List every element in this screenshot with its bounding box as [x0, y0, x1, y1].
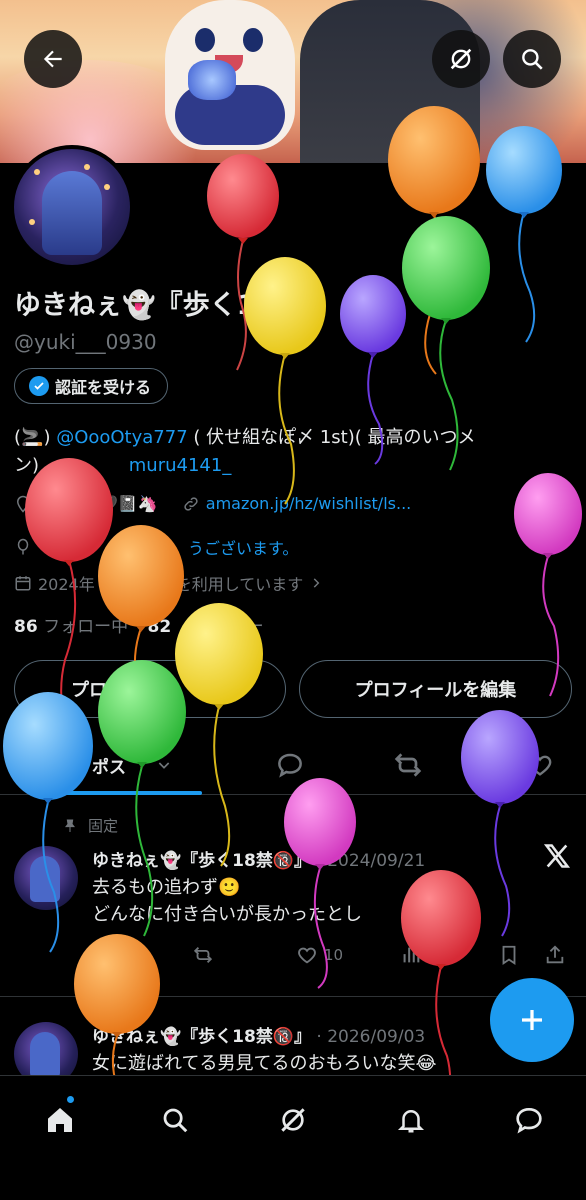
location-text: 🖤📓🦄 [98, 494, 158, 513]
post-author-name[interactable]: ゆきねぇ👻『歩く18禁🔞』 [92, 851, 311, 871]
notification-dot [66, 1095, 75, 1104]
share-profile-label: プロフ [71, 680, 125, 701]
repost-icon [192, 944, 214, 966]
post-date: · 2024/09/21 [316, 851, 426, 871]
follow-stats[interactable]: 86 フォロー中 82 ー [14, 612, 264, 637]
nav-messages[interactable] [507, 1098, 551, 1142]
balloon [207, 154, 279, 371]
link-icon [182, 495, 200, 513]
post-text: 去るもの追わず🙂 どんなに付き合いが長かったとし [92, 874, 362, 928]
post-text-line: 去るもの追わず🙂 [92, 877, 241, 898]
following-label: フォロー中 [43, 617, 129, 637]
profile-banner[interactable] [0, 0, 586, 163]
search-button[interactable] [503, 30, 561, 88]
chevron-right-icon [309, 576, 323, 590]
post-text-line: どんなに付き合いが長かったとし [92, 904, 362, 925]
bio-text: ( 伏せ組なぽ〆 1st)( 最高のいつメ [193, 427, 476, 448]
post-avatar[interactable] [14, 846, 78, 910]
nav-notifications[interactable] [389, 1098, 433, 1142]
pinned-indicator: 固定 [62, 815, 118, 836]
share-button[interactable] [544, 944, 566, 966]
tab-posts[interactable]: ポス [62, 735, 202, 795]
wishlist-link[interactable]: amazon.jp/hz/wishlist/ls... [206, 494, 411, 513]
calendar-icon [14, 574, 32, 592]
post-header: ゆきねぇ👻『歩く18禁🔞』 · 2026/09/03 [92, 1022, 425, 1047]
birthday-row: うございます。 [14, 535, 298, 559]
bookmark-button[interactable] [498, 944, 520, 966]
views-button[interactable]: 9 [400, 944, 448, 966]
get-verified-label: 認証を受ける [55, 378, 152, 397]
bio-mention-link[interactable]: @OooOtya777 [56, 427, 187, 448]
grok-button[interactable] [432, 30, 490, 88]
back-button[interactable] [24, 30, 82, 88]
tab-reposts[interactable] [378, 735, 438, 795]
nav-search[interactable] [153, 1098, 197, 1142]
reply-icon [275, 750, 305, 780]
edit-profile-label: プロフィールを編集 [354, 680, 517, 701]
search-icon [519, 46, 545, 72]
profile-tabs: ポス [0, 735, 586, 795]
view-count: 9 [438, 946, 448, 964]
joined-row[interactable]: 2024年 Xを利用しています [14, 571, 323, 595]
bio-text: ン) [14, 455, 40, 476]
display-name: ゆきねぇ👻『歩く18禁 [14, 290, 302, 321]
nav-grok[interactable] [271, 1098, 315, 1142]
search-icon [160, 1105, 190, 1135]
get-verified-button[interactable]: 認証を受ける [14, 368, 169, 404]
heart-icon [296, 944, 318, 966]
bottom-navigation [0, 1075, 586, 1200]
views-icon [400, 944, 422, 966]
share-icon [544, 944, 566, 966]
banner-heart [188, 60, 236, 100]
profile-avatar[interactable] [10, 145, 134, 269]
grok-icon [277, 1104, 309, 1136]
share-profile-button[interactable]: プロフ を [14, 660, 286, 718]
pinned-label: 固定 [88, 817, 119, 835]
grok-icon [447, 45, 475, 73]
tab-likes[interactable] [510, 735, 570, 795]
following-count: 86 [14, 617, 38, 637]
profile-bio: (🚬) @OooOtya777 ( 伏せ組なぽ〆 1st)( 最高のいつメ ン)… [14, 427, 476, 476]
post-text: 女に遊ばれてる男見てるのおもろいな笑😂 [92, 1050, 437, 1077]
bell-icon [396, 1105, 426, 1135]
messages-icon [513, 1104, 545, 1136]
balloon [98, 525, 184, 769]
repost-button[interactable] [192, 944, 214, 966]
post-actions: 10 9 [92, 940, 572, 970]
like-count: 10 [324, 946, 344, 964]
joined-text-suffix: Xを利用しています [164, 575, 304, 594]
bookmark-icon [498, 944, 520, 966]
tab-posts-label: ポス [92, 757, 126, 778]
birthday-text[interactable]: うございます。 [188, 535, 298, 559]
chevron-down-icon [156, 757, 172, 773]
repost-icon [392, 749, 424, 781]
edit-profile-button[interactable]: プロフィールを編集 [299, 660, 572, 718]
location-row: 🖤📓🦄 amazon.jp/hz/wishlist/ls... [14, 494, 411, 513]
heart-icon [526, 751, 554, 779]
post-text-line: 女に遊ばれてる男見てるのおもろいな笑😂 [92, 1053, 437, 1074]
post-author-name[interactable]: ゆきねぇ👻『歩く18禁🔞』 [92, 1027, 311, 1047]
post-header: ゆきねぇ👻『歩く18禁🔞』 · 2024/09/21 [92, 846, 425, 871]
nav-home[interactable] [38, 1098, 82, 1142]
x-logo-icon [543, 842, 571, 870]
home-icon [44, 1104, 76, 1136]
arrow-left-icon [40, 46, 66, 72]
bio-mention-link[interactable]: muru4141_ [129, 455, 232, 476]
followers-label: ー [246, 617, 264, 637]
joined-text: 2024年 [38, 575, 95, 594]
post-date: · 2026/09/03 [316, 1027, 426, 1047]
location-icon [14, 495, 32, 513]
bio-text: (🚬 [14, 427, 44, 448]
tab-replies[interactable] [260, 735, 320, 795]
like-button[interactable]: 10 [296, 944, 343, 966]
followers-count: 82 [147, 617, 172, 637]
balloon-icon [14, 538, 32, 556]
pin-icon [62, 818, 78, 834]
share-profile-label-tail: を [211, 680, 229, 701]
user-handle: @yuki___0930 [14, 330, 157, 354]
plus-icon [517, 1005, 547, 1035]
active-tab-indicator [62, 791, 202, 795]
compose-post-button[interactable] [490, 978, 574, 1062]
verified-badge-icon [29, 376, 49, 396]
